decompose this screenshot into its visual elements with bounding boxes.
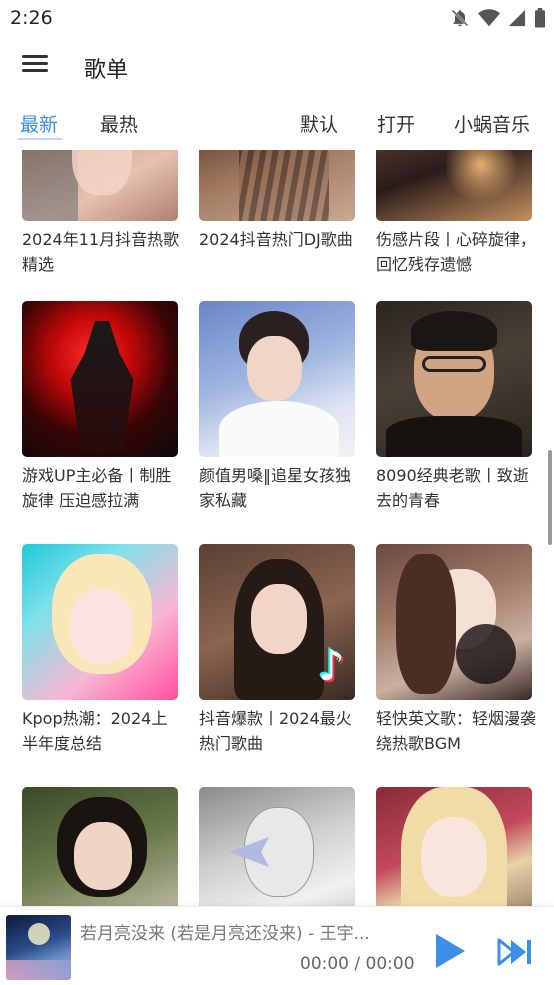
- playlist-title: 抖音爆款丨2024最火热门歌曲: [199, 709, 352, 753]
- playlist-cover: [376, 544, 532, 700]
- now-playing-title: 若月亮没来 (若是月亮还没来) - 王宇...: [80, 924, 370, 944]
- playlist-card[interactable]: 2024年11月抖音热歌精选: [22, 150, 179, 277]
- playlist-cover: [22, 150, 178, 221]
- playlist-card[interactable]: 伤感片段丨心碎旋律，回忆残存遗憾: [376, 150, 536, 277]
- playlist-title: 轻快英文歌：轻烟漫袭绕热歌BGM: [376, 709, 537, 753]
- page-title: 歌单: [84, 58, 129, 83]
- playlist-cover: [22, 787, 178, 910]
- open-button[interactable]: 打开: [377, 110, 415, 137]
- scrollbar[interactable]: [548, 450, 552, 545]
- playlist-card[interactable]: 轻快英文歌：轻烟漫袭绕热歌BGM: [376, 544, 536, 756]
- playlist-cover: [376, 787, 532, 910]
- tab-bar: 最新 最热 默认 打开 小蜗音乐: [0, 104, 554, 144]
- playlist-cover: ♪: [199, 544, 355, 700]
- playlist-card[interactable]: 8090经典老歌丨致逝去的青春: [376, 301, 532, 513]
- status-time: 2:26: [10, 7, 53, 29]
- playlist-title: Kpop热潮：2024上半年度总结: [22, 709, 168, 753]
- skip-next-icon[interactable]: [496, 937, 534, 967]
- playlist-card[interactable]: [376, 787, 532, 910]
- tab-hottest[interactable]: 最热: [100, 110, 138, 137]
- playlist-title: 伤感片段丨心碎旋律，回忆残存遗憾: [376, 230, 537, 274]
- wifi-icon: [478, 9, 500, 27]
- playlist-card[interactable]: [199, 787, 355, 910]
- playlist-cover: [22, 544, 178, 700]
- source-selector-button[interactable]: 小蜗音乐: [454, 110, 530, 137]
- status-icons: [450, 8, 546, 28]
- play-icon[interactable]: [432, 931, 468, 971]
- playlist-title: 2024年11月抖音热歌精选: [22, 230, 180, 274]
- playlist-card[interactable]: 游戏UP主必备丨制胜旋律 压迫感拉满: [22, 301, 178, 513]
- playlist-card[interactable]: 2024抖音热门DJ歌曲: [199, 150, 355, 252]
- menu-icon[interactable]: [20, 53, 50, 79]
- status-bar: 2:26: [0, 0, 554, 38]
- tab-indicator: [18, 138, 62, 140]
- album-art: [6, 915, 71, 980]
- playlist-cover: [376, 301, 532, 457]
- playlist-cover: [199, 150, 355, 221]
- battery-icon: [535, 8, 545, 28]
- playlist-card[interactable]: Kpop热潮：2024上半年度总结: [22, 544, 178, 756]
- sort-default-button[interactable]: 默认: [300, 110, 338, 137]
- mini-player[interactable]: 若月亮没来 (若是月亮还没来) - 王宇... 00:00 / 00:00: [0, 906, 554, 985]
- playlist-title: 颜值男嗓‖追星女孩独家私藏: [199, 466, 352, 510]
- playlist-cover: [199, 301, 355, 457]
- playback-time: 00:00 / 00:00: [300, 954, 415, 974]
- playlist-card[interactable]: [22, 787, 178, 910]
- playlist-card[interactable]: 颜值男嗓‖追星女孩独家私藏: [199, 301, 355, 513]
- playlist-cover: [376, 150, 532, 221]
- notifications-off-icon: [451, 9, 469, 27]
- playlist-cover: [199, 787, 355, 910]
- app-bar: 歌单: [0, 38, 554, 96]
- playlist-title: 2024抖音热门DJ歌曲: [199, 230, 353, 249]
- playlist-card[interactable]: ♪ 抖音爆款丨2024最火热门歌曲: [199, 544, 355, 756]
- playlist-title: 游戏UP主必备丨制胜旋律 压迫感拉满: [22, 466, 172, 510]
- signal-icon: [508, 9, 526, 27]
- tiktok-logo: ♪: [318, 641, 345, 690]
- playlist-cover: [22, 301, 178, 457]
- playlist-grid: 2024年11月抖音热歌精选 2024抖音热门DJ歌曲 伤感片段丨心碎旋律，回忆…: [0, 150, 554, 910]
- tab-latest[interactable]: 最新: [20, 110, 58, 137]
- playlist-title: 8090经典老歌丨致逝去的青春: [376, 466, 529, 510]
